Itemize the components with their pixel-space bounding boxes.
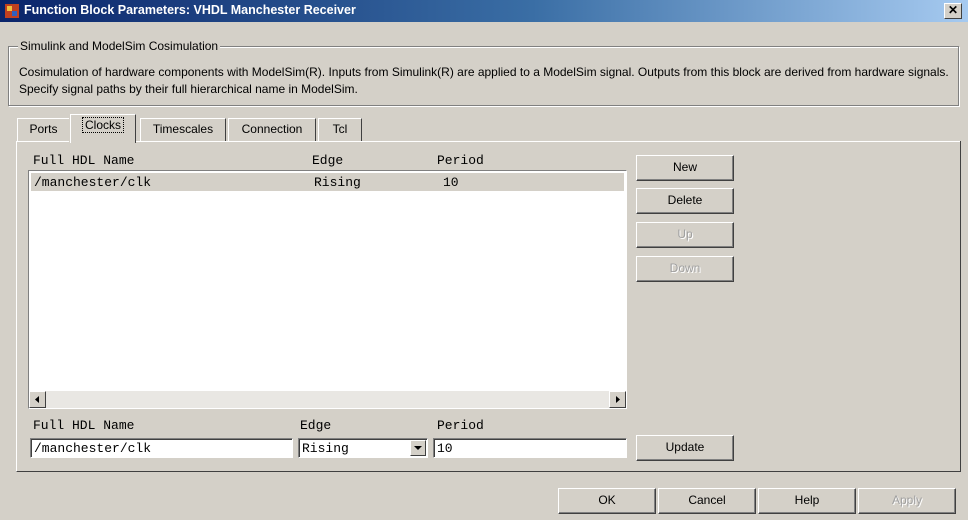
editor-period-label: Period	[437, 418, 484, 433]
update-button[interactable]: Update	[636, 435, 734, 461]
header-period: Period	[437, 153, 484, 168]
editor-name-label: Full HDL Name	[33, 418, 135, 433]
window-title: Function Block Parameters: VHDL Manchest…	[24, 3, 356, 17]
tab-timescales[interactable]: Timescales	[140, 118, 226, 141]
new-button[interactable]: New	[636, 155, 734, 181]
tab-tcl[interactable]: Tcl	[318, 118, 362, 141]
table-row[interactable]: /manchester/clk Rising 10	[31, 173, 624, 191]
tab-ports[interactable]: Ports	[17, 118, 70, 141]
down-button[interactable]: Down	[636, 256, 734, 282]
arrow-left-icon[interactable]	[29, 391, 46, 408]
clock-list[interactable]: /manchester/clk Rising 10	[28, 170, 627, 409]
apply-button[interactable]: Apply	[858, 488, 956, 514]
description-text: Cosimulation of hardware components with…	[19, 65, 949, 96]
tab-clocks[interactable]: Clocks	[70, 114, 136, 143]
tab-label: Clocks	[81, 117, 124, 133]
period-field[interactable]: 10	[433, 438, 627, 458]
horizontal-scrollbar[interactable]	[29, 391, 626, 408]
tab-label: Connection	[241, 122, 303, 136]
ok-button[interactable]: OK	[558, 488, 656, 514]
hdl-name-field[interactable]: /manchester/clk	[30, 438, 293, 458]
tab-connection[interactable]: Connection	[228, 118, 316, 141]
arrow-down-icon[interactable]	[410, 440, 426, 456]
header-edge: Edge	[312, 153, 344, 168]
edge-select-value: Rising	[302, 441, 349, 456]
editor-edge-label: Edge	[300, 418, 332, 433]
row-name: /manchester/clk	[34, 175, 152, 190]
edge-select[interactable]: Rising	[298, 438, 428, 458]
header-full-hdl-name: Full HDL Name	[33, 153, 135, 168]
tab-label: Tcl	[332, 122, 348, 136]
up-button[interactable]: Up	[636, 222, 734, 248]
arrow-right-icon[interactable]	[609, 391, 626, 408]
groupbox-title: Simulink and ModelSim Cosimulation	[18, 39, 221, 53]
cancel-button[interactable]: Cancel	[658, 488, 756, 514]
simulink-block-icon	[5, 4, 19, 18]
row-period: 10	[443, 175, 459, 190]
row-edge: Rising	[314, 175, 361, 190]
delete-button[interactable]: Delete	[636, 188, 734, 214]
tab-label: Timescales	[152, 122, 214, 136]
close-icon[interactable]: ✕	[944, 3, 962, 19]
help-button[interactable]: Help	[758, 488, 856, 514]
tab-label: Ports	[29, 122, 58, 136]
